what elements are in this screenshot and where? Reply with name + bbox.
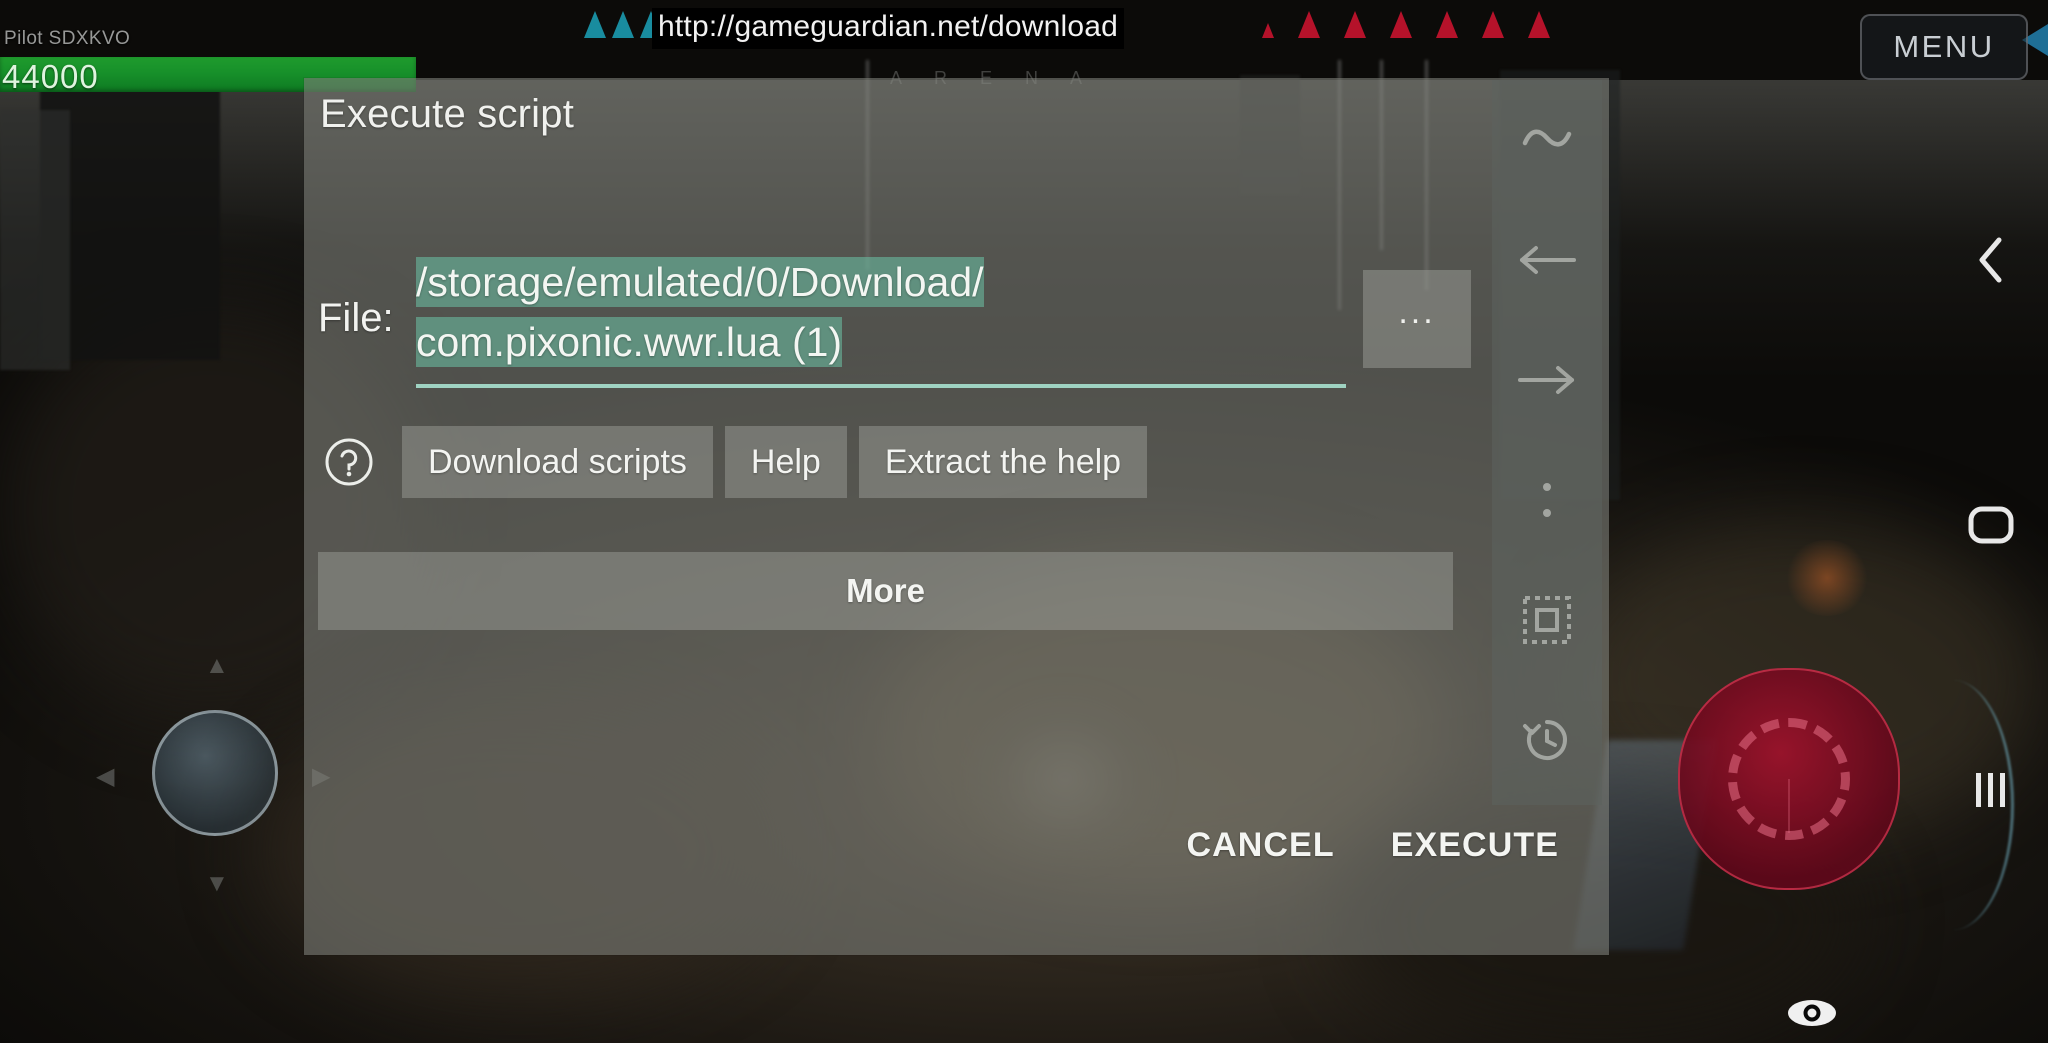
joystick-left-arrow-icon: ◀ <box>96 763 115 790</box>
file-path-value: /storage/emulated/0/Download/ com.pixoni… <box>416 252 1346 372</box>
file-path-line-1: /storage/emulated/0/Download/ <box>416 257 984 307</box>
fire-button[interactable] <box>1678 668 1900 890</box>
dialog-quick-actions: Download scripts Help Extract the help <box>318 426 1148 498</box>
crosshair-reticle-icon <box>1728 718 1850 840</box>
health-value-label: 44000 <box>2 58 99 95</box>
enemy-marker-icon <box>1298 11 1320 38</box>
file-path-input[interactable]: /storage/emulated/0/Download/ com.pixoni… <box>416 248 1346 388</box>
file-label: File: <box>318 296 394 340</box>
secondary-weapon-glow <box>1784 540 1870 616</box>
nav-home-button[interactable] <box>1956 490 2026 560</box>
pilot-name-label: Pilot SDXKVO <box>4 28 131 49</box>
cancel-button[interactable]: CANCEL <box>1186 826 1334 865</box>
execute-script-dialog: Execute script File: /storage/emulated/0… <box>304 78 1609 955</box>
dialog-action-bar: CANCEL EXECUTE <box>1186 826 1559 865</box>
question-mark-circle-icon[interactable] <box>318 426 380 498</box>
input-underline <box>416 384 1346 388</box>
execute-button[interactable]: EXECUTE <box>1391 826 1559 865</box>
android-screen: A R E N A Pilot SDXKVO 44000 http://game… <box>0 0 2048 1043</box>
ally-marker-icon <box>584 11 606 38</box>
enemy-markers <box>1262 11 1550 38</box>
dialog-title: Execute script <box>320 92 575 136</box>
enemy-marker-icon <box>1482 11 1504 38</box>
ally-marker-icon <box>612 11 634 38</box>
browse-file-button[interactable]: ... <box>1363 270 1471 368</box>
building-silhouette <box>0 110 70 370</box>
virtual-joystick[interactable] <box>152 710 278 836</box>
enemy-marker-icon <box>1528 11 1550 38</box>
ally-markers <box>584 11 662 38</box>
url-overlay-text: http://gameguardian.net/download <box>652 8 1125 49</box>
joystick-down-arrow-icon: ▼ <box>205 870 229 897</box>
extract-the-help-button[interactable]: Extract the help <box>858 426 1148 498</box>
eye-icon[interactable] <box>1784 993 1840 1033</box>
download-scripts-button[interactable]: Download scripts <box>402 426 713 498</box>
enemy-marker-icon <box>1390 11 1412 38</box>
enemy-marker-icon <box>1262 23 1274 38</box>
nav-back-button[interactable] <box>1956 225 2026 295</box>
file-path-line-2: com.pixonic.wwr.lua (1) <box>416 317 843 367</box>
menu-button[interactable]: MENU <box>1860 14 2028 80</box>
file-field-row: File: /storage/emulated/0/Download/ com.… <box>304 248 1471 388</box>
enemy-marker-icon <box>1344 11 1366 38</box>
nav-recents-button[interactable] <box>1956 755 2026 825</box>
joystick-up-arrow-icon: ▲ <box>205 652 229 679</box>
more-button[interactable]: More <box>318 552 1453 630</box>
enemy-marker-icon <box>1436 11 1458 38</box>
help-button[interactable]: Help <box>724 426 847 498</box>
